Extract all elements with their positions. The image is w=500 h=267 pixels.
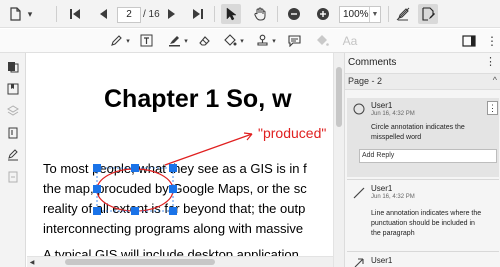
more-options-icon[interactable]: ⋮ — [485, 55, 496, 68]
comment-text-line: the paragraph — [371, 230, 415, 237]
comment-divider — [347, 179, 499, 180]
comments-panel-toggle-icon[interactable] — [460, 32, 478, 49]
comment-author: User1 — [371, 256, 393, 265]
comment-card[interactable]: User1 — [347, 253, 499, 267]
line-annotation-icon — [353, 187, 365, 199]
chevron-up-icon[interactable]: ^ — [493, 75, 497, 85]
comments-panel: Comments ⋮ Page - 2 ^ User1 Jun 16, 4:32… — [344, 53, 500, 267]
toolbar-divider — [388, 6, 389, 22]
scrollbar-thumb[interactable] — [65, 259, 215, 265]
comment-divider — [347, 251, 499, 252]
comment-text-line: Circle annotation indicates the — [371, 124, 465, 131]
circle-annotation-icon — [353, 103, 365, 115]
arrow-annotation-icon — [354, 258, 364, 267]
scroll-left-icon[interactable]: ◀ — [28, 257, 36, 267]
zoom-level-select[interactable]: 100% ▼ — [339, 6, 381, 23]
comment-text-line: punctuation should be included in — [371, 220, 475, 227]
chevron-down-icon[interactable]: ▼ — [369, 7, 380, 22]
comment-card[interactable]: User1 Jun 16, 4:32 PM ⋮ Circle annotatio… — [347, 98, 499, 177]
comment-text-line: misspelled word — [371, 134, 422, 141]
page-group-header[interactable]: Page - 2 ^ — [345, 73, 500, 90]
horizontal-scrollbar[interactable]: ◀ — [27, 256, 333, 267]
comment-date: Jun 16, 4:32 PM — [371, 194, 415, 200]
edit-off-icon[interactable] — [394, 5, 412, 23]
comment-card[interactable]: User1 Jun 16, 4:32 PM Line annotation in… — [347, 181, 499, 251]
comment-author: User1 — [371, 101, 393, 110]
comment-author: User1 — [371, 184, 393, 193]
scrollbar-thumb[interactable] — [336, 67, 342, 127]
more-options-icon[interactable]: ⋮ — [486, 32, 498, 49]
comment-date: Jun 16, 4:32 PM — [371, 111, 415, 117]
comment-options-icon[interactable]: ⋮ — [487, 101, 498, 115]
comments-panel-title: Comments — [348, 57, 397, 68]
font-size-icon: Aa — [342, 33, 358, 48]
circle-annotation[interactable] — [0, 0, 333, 267]
zoom-level-value: 100% — [343, 9, 369, 20]
page-group-label: Page - 2 — [348, 76, 383, 86]
pdf-viewer-window: ▾ 2 / 16 100% ▼ ▾ ▾ ▾ ▾ Aa ⋮ Chapter 1 S… — [0, 0, 500, 267]
vertical-scrollbar[interactable] — [333, 53, 344, 267]
comment-text-line: Line annotation indicates where the — [371, 210, 482, 217]
add-reply-input[interactable]: Add Reply — [359, 149, 497, 163]
annotation-document-icon[interactable] — [419, 5, 437, 23]
